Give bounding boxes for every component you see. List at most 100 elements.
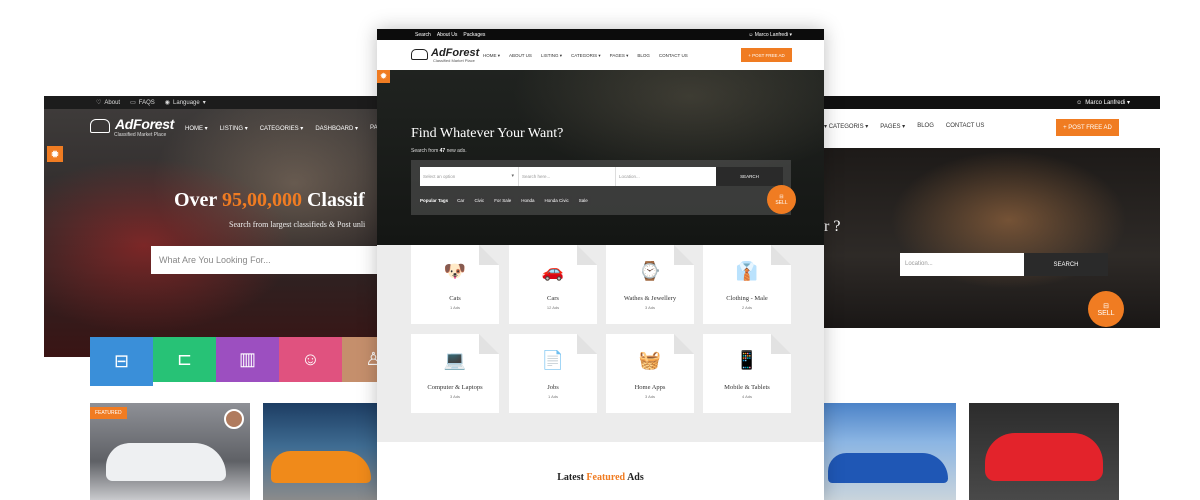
category-count: 12 Ads (546, 305, 560, 310)
card-corner-fold (674, 334, 694, 354)
category-kids-tile[interactable]: ☺ (279, 337, 342, 382)
category-card-home-apps[interactable]: 🧺 Home Apps 3 Ads (606, 334, 694, 413)
featured-badge: FEATURED (90, 407, 127, 419)
center-menu-categoris[interactable]: CATEGORIS ▾ (571, 53, 601, 59)
right-post-free-ad-button[interactable]: + POST FREE AD (1056, 119, 1119, 136)
left-menu-categories[interactable]: CATEGORIES ▾ (260, 125, 304, 132)
category-title: Home Apps (634, 384, 666, 391)
left-menu-dashboard-label: DASHBOARD (315, 126, 354, 132)
left-headline-pre: Over (174, 189, 222, 211)
dog-icon: 🐶 (443, 261, 467, 281)
center-popular-tags: Popular Tags Car Civic For Sale Honda Ho… (420, 196, 591, 205)
orange-car-image (271, 451, 371, 483)
center-user-name: Marco Lanfredi (754, 32, 789, 38)
left-search-input[interactable]: What Are You Looking For... (151, 246, 378, 274)
center-logo-tag: Classified Market Place (433, 58, 475, 63)
center-sell-button[interactable]: ⊟ SELL (767, 185, 796, 214)
car-icon: 🚗 (541, 261, 565, 281)
right-menu-categoris-label: CATEGORIS (828, 124, 864, 130)
latest-heading-post: Ads (625, 472, 644, 483)
category-title: Wathes & Jewellery (623, 295, 677, 302)
center-menu-blog[interactable]: BLOG (637, 53, 650, 59)
left-menu-home[interactable]: HOME ▾ (185, 125, 208, 132)
tag-honda-civic[interactable]: Honda Civic (541, 196, 572, 205)
category-card-watches[interactable]: ⌚ Wathes & Jewellery 3 Ads (606, 245, 694, 324)
center-menu-about[interactable]: ABOUT US (509, 53, 532, 59)
category-property-tile[interactable]: ▥ (216, 337, 279, 382)
left-topbar-faqs-label: FAQS (138, 99, 155, 106)
tag-honda[interactable]: Honda (518, 196, 538, 205)
user-icon: ☺ (1076, 99, 1083, 106)
category-title: Cats (449, 295, 461, 302)
right-featured-card-blue-car[interactable] (824, 403, 956, 500)
center-menu-pages[interactable]: PAGES ▾ (610, 53, 629, 59)
right-sell-button[interactable]: ⊟ SELL (1088, 291, 1124, 327)
center-post-free-ad-button[interactable]: + POST FREE AD (741, 48, 792, 62)
category-card-clothing[interactable]: 👔 Clothing - Male 2 Ads (703, 245, 791, 324)
category-card-computers[interactable]: 💻 Computer & Laptops 3 Ads (411, 334, 499, 413)
category-furniture-tile[interactable]: ⊏ (153, 337, 216, 382)
right-featured-card-red-car[interactable] (969, 403, 1119, 500)
user-icon: ☺ (748, 32, 754, 38)
category-card-mobiles[interactable]: 📱 Mobile & Tablets 4 Ads (703, 334, 791, 413)
left-topbar-about-label: About (104, 99, 121, 106)
settings-gear-icon[interactable]: ✹ (377, 70, 390, 83)
tag-car[interactable]: Car (454, 196, 468, 205)
right-menu-contact[interactable]: CONTACT US (946, 123, 984, 130)
card-corner-fold (577, 334, 597, 354)
center-logo[interactable]: AdForest Classified Market Place (411, 47, 479, 63)
category-count: 1 Ads (449, 305, 460, 310)
center-navbar: AdForest Classified Market Place HOME ▾ … (377, 40, 824, 70)
category-count: 1 Ads (547, 394, 558, 399)
category-jobs-tile[interactable]: ♙ (342, 337, 378, 382)
center-topbar: Search About Us Packages ☺ Marco Lanfred… (377, 29, 824, 40)
right-location-input[interactable]: Location... (900, 253, 1024, 276)
category-card-cars[interactable]: 🚗 Cars 12 Ads (509, 245, 597, 324)
center-menu-home[interactable]: HOME ▾ (483, 53, 500, 59)
left-logo[interactable]: AdForest Classified Market Place (90, 116, 174, 138)
center-topbar-packages[interactable]: Packages (463, 32, 485, 38)
right-search-button[interactable]: SEARCH (1024, 253, 1108, 276)
card-corner-fold (479, 245, 499, 265)
left-topbar-faqs[interactable]: ▭ FAQS (130, 99, 155, 107)
jobs-icon: 📄 (541, 350, 565, 370)
category-cars-tile[interactable]: ⊟ (90, 337, 153, 386)
center-menu-listing-label: LISTING (540, 53, 559, 58)
tag-for-sale[interactable]: For Sale (491, 196, 515, 205)
right-menu-pages[interactable]: PAGES ▾ (880, 123, 905, 130)
center-search-input[interactable]: Search here... (519, 167, 616, 186)
center-location-input[interactable]: Location... (616, 167, 716, 186)
right-menu-categoris[interactable]: ▾ CATEGORIS ▾ (824, 123, 868, 130)
center-menu-home-label: HOME (483, 53, 497, 58)
left-featured-card-honda[interactable]: FEATURED (90, 403, 250, 500)
building-icon: ▥ (238, 349, 256, 369)
blue-car-image (828, 453, 948, 483)
right-menu-blog[interactable]: BLOG (917, 123, 934, 130)
left-menu-dashboard[interactable]: DASHBOARD ▾ (315, 125, 358, 132)
center-search-button[interactable]: SEARCH (716, 167, 783, 186)
category-card-cats[interactable]: 🐶 Cats 1 Ads (411, 245, 499, 324)
left-menu-listing[interactable]: LISTING ▾ (220, 125, 248, 132)
left-topbar-language[interactable]: ◉ Language ▾ (165, 99, 206, 107)
center-menu-listing[interactable]: LISTING ▾ (541, 53, 562, 59)
popular-tags-label: Popular Tags (420, 198, 449, 203)
right-user-menu[interactable]: Marco Lanfredi ▾ (1085, 99, 1130, 106)
category-title: Mobile & Tablets (724, 384, 770, 391)
category-count: 2 Ads (741, 305, 752, 310)
tag-civic[interactable]: Civic (471, 196, 488, 205)
tag-sale[interactable]: Sale (575, 196, 591, 205)
left-topbar-about[interactable]: ♡ About (96, 99, 121, 107)
center-topbar-about[interactable]: About Us (437, 32, 458, 38)
left-hero-background (44, 109, 378, 357)
center-topbar-search[interactable]: Search (415, 32, 431, 38)
settings-gear-icon[interactable]: ✹ (47, 146, 63, 162)
left-hero-subtitle: Search from largest classifieds & Post u… (229, 220, 366, 229)
center-user-menu[interactable]: ☺ Marco Lanfredi ▾ (748, 32, 792, 38)
car-logo-icon (90, 119, 110, 133)
center-menu-pages-label: PAGES (609, 53, 625, 58)
left-featured-card-porsche[interactable] (263, 403, 378, 500)
category-card-jobs[interactable]: 📄 Jobs 1 Ads (509, 334, 597, 413)
seller-avatar (224, 409, 244, 429)
center-menu-contact[interactable]: CONTACT US (659, 53, 688, 59)
center-category-select[interactable]: Select an option ▾ (420, 167, 519, 186)
